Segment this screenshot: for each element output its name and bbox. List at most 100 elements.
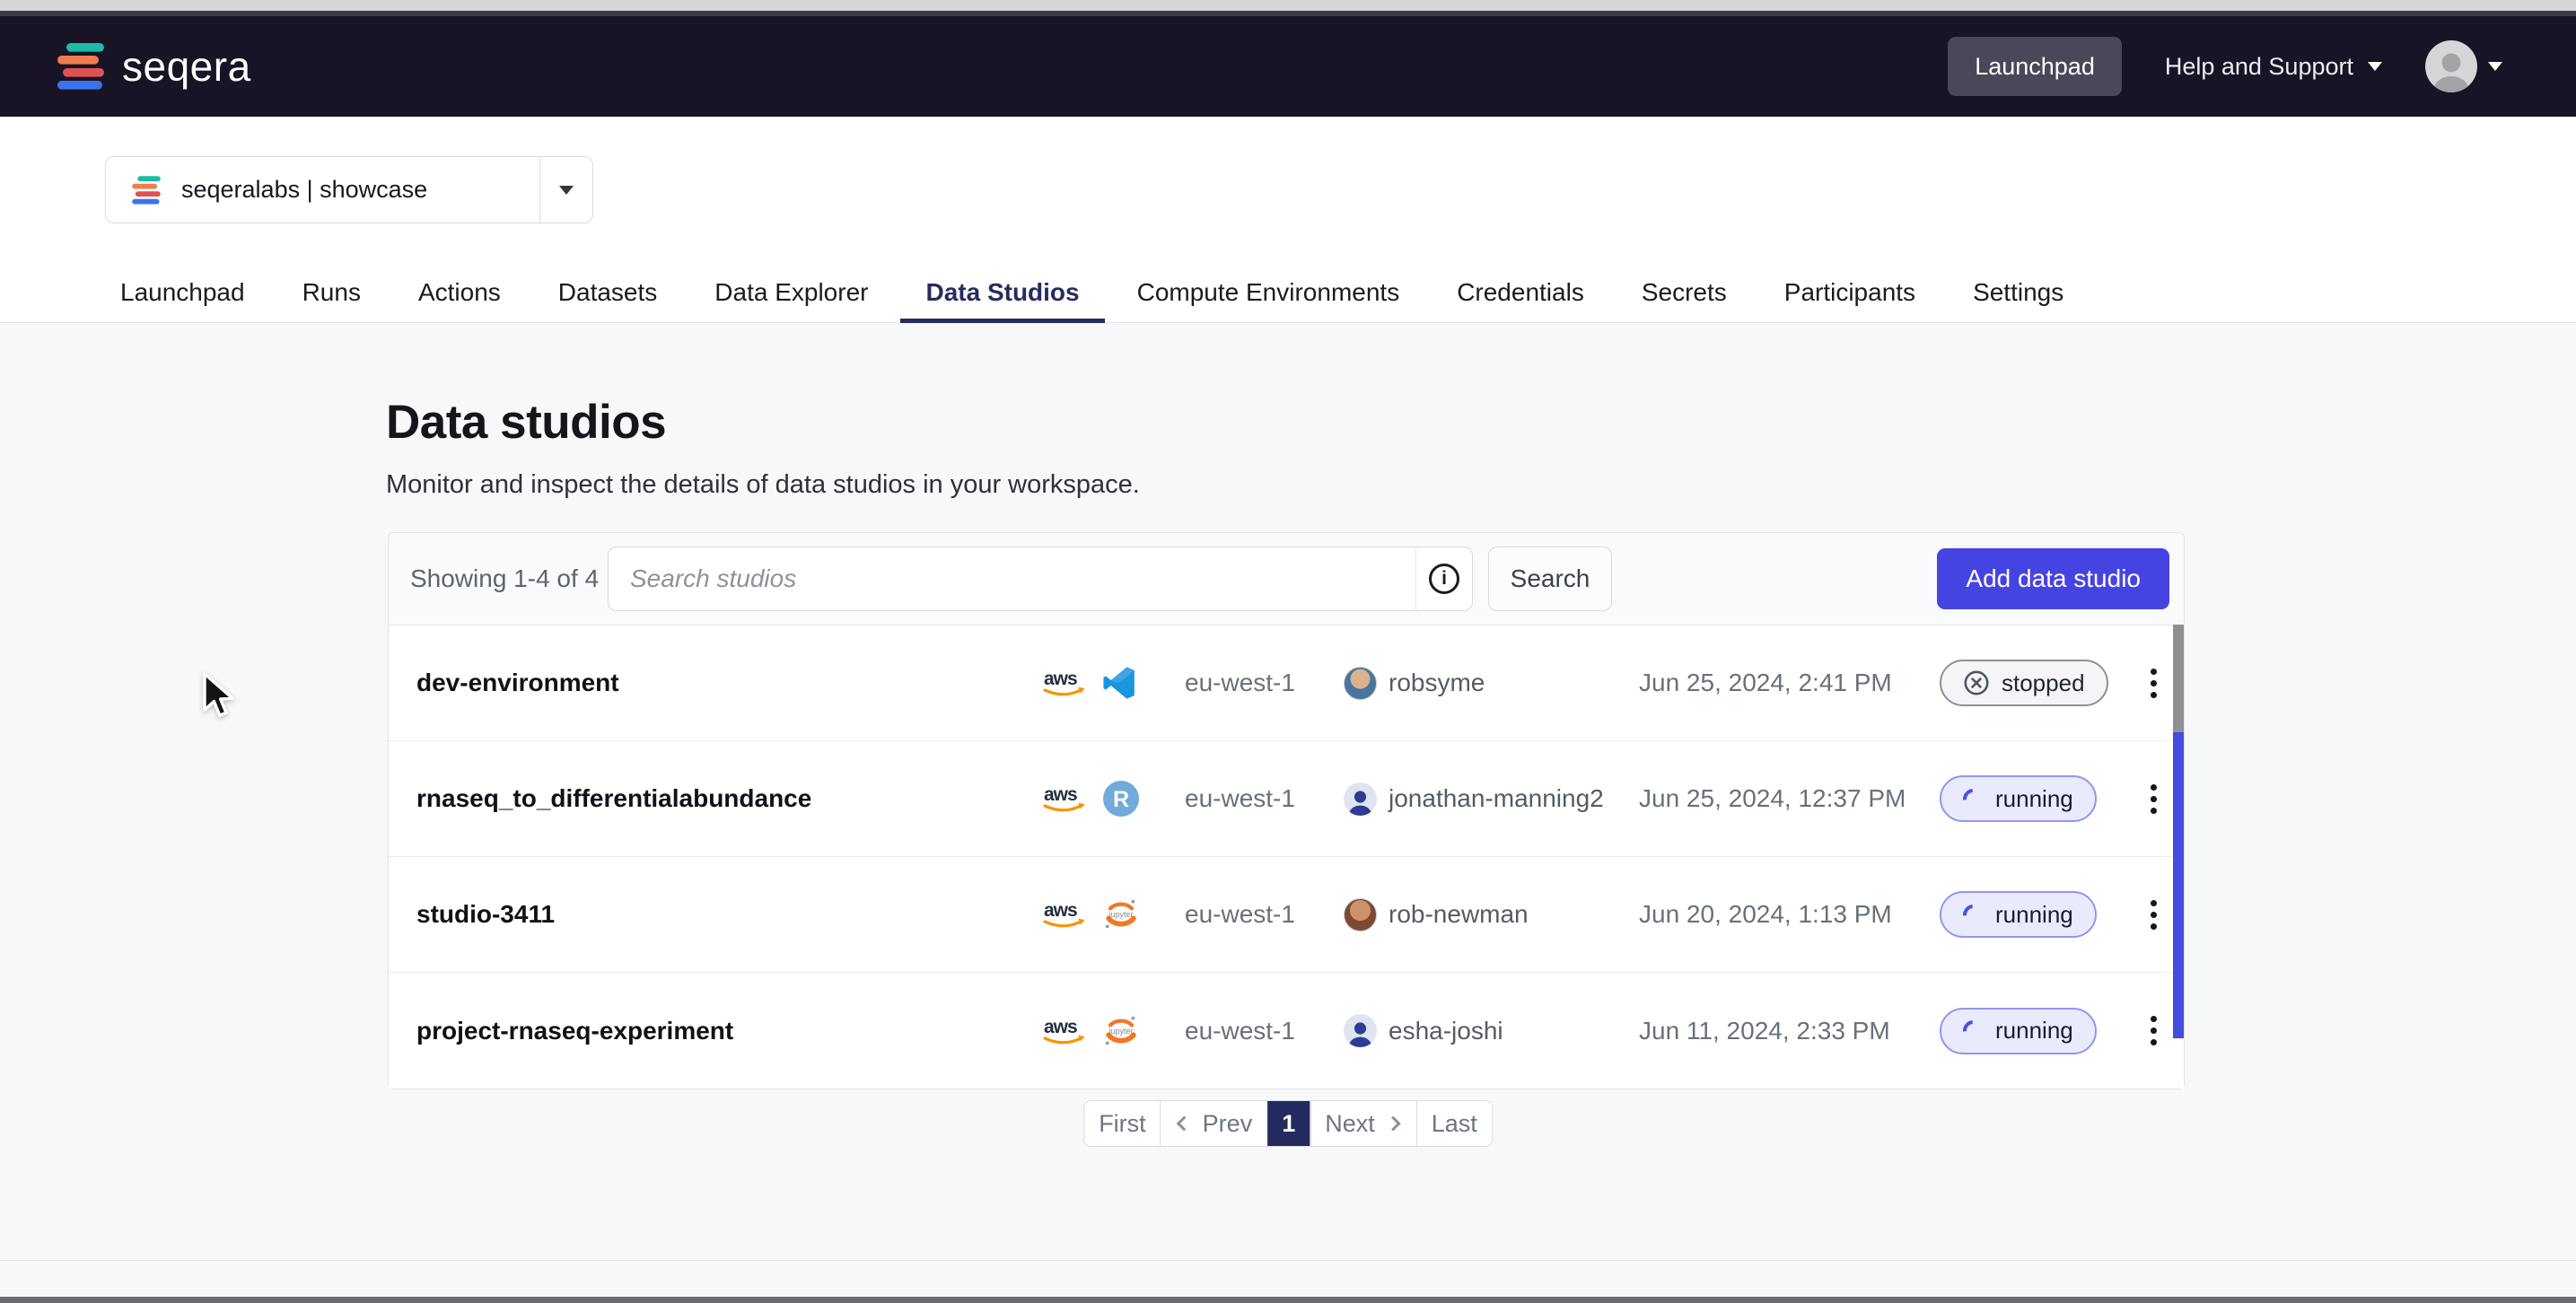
help-and-support-menu[interactable]: Help and Support [2165, 53, 2382, 81]
tab-participants[interactable]: Participants [1759, 263, 1941, 322]
svg-text:aws: aws [1044, 1017, 1077, 1037]
workspace-dropdown-toggle[interactable] [539, 157, 592, 223]
search-button[interactable]: Search [1488, 547, 1612, 611]
status-label: running [1995, 901, 2073, 929]
pagination-last[interactable]: Last [1417, 1101, 1492, 1146]
row-actions-menu[interactable] [2134, 656, 2173, 710]
svg-text:jupyter: jupyter [1108, 1026, 1133, 1035]
pagination-prev[interactable]: Prev [1161, 1101, 1268, 1146]
search-field: i [608, 547, 1473, 611]
tab-settings[interactable]: Settings [1948, 263, 2089, 322]
row-actions-menu[interactable] [2134, 772, 2173, 826]
running-spinner-icon [1958, 1016, 1987, 1045]
search-input[interactable] [609, 547, 1415, 610]
person-icon [1344, 786, 1377, 816]
showing-count: Showing 1-4 of 4 [410, 533, 599, 625]
person-icon [2425, 46, 2477, 92]
row-actions-menu[interactable] [2134, 1004, 2173, 1058]
help-and-support-label: Help and Support [2165, 53, 2353, 81]
status-badge: running [1940, 775, 2097, 822]
created-date: Jun 25, 2024, 12:37 PM [1639, 784, 1940, 813]
person-icon [1344, 1018, 1377, 1047]
region-label: eu-west-1 [1185, 1017, 1344, 1045]
created-date: Jun 25, 2024, 2:41 PM [1639, 669, 1940, 697]
studio-name[interactable]: dev-environment [416, 669, 1041, 697]
brand-wordmark: seqera [122, 42, 251, 91]
search-info[interactable]: i [1415, 547, 1472, 610]
region-label: eu-west-1 [1185, 784, 1344, 813]
window-top-strip [0, 0, 2576, 11]
table-toolbar: Showing 1-4 of 4 i Search Add data studi… [389, 533, 2184, 625]
launchpad-button[interactable]: Launchpad [1948, 37, 2122, 96]
created-date: Jun 11, 2024, 2:33 PM [1639, 1017, 1940, 1045]
table-scrollbar[interactable] [2173, 625, 2184, 1089]
tab-data-studios[interactable]: Data Studios [900, 263, 1104, 322]
status-badge: running [1940, 1008, 2097, 1054]
studio-rows: dev-environment aws eu-west-1 robsym [389, 625, 2184, 1089]
seqera-logo[interactable]: seqera [56, 42, 251, 91]
svg-text:aws: aws [1044, 900, 1077, 921]
user-name: esha-joshi [1389, 1017, 1503, 1045]
chevron-down-icon [559, 186, 574, 195]
user-menu[interactable] [2425, 40, 2502, 92]
seqera-mark-icon [56, 43, 106, 90]
user-avatar [1344, 783, 1377, 816]
user-avatar [2425, 40, 2477, 92]
aws-icon: aws [1041, 1014, 1088, 1048]
pagination: First Prev 1 Next Last [1083, 1100, 1493, 1147]
running-spinner-icon [1958, 784, 1987, 813]
add-data-studio-button[interactable]: Add data studio [1937, 548, 2169, 609]
tab-compute-environments[interactable]: Compute Environments [1112, 263, 1425, 322]
rstudio-icon: R [1102, 780, 1140, 818]
mouse-cursor [199, 671, 237, 723]
pagination-prev-label: Prev [1203, 1110, 1253, 1138]
pagination-next[interactable]: Next [1310, 1101, 1417, 1146]
tab-data-explorer[interactable]: Data Explorer [689, 263, 893, 322]
svg-text:jupyter: jupyter [1108, 910, 1133, 919]
page-title: Data studios [386, 395, 666, 450]
page-subtitle: Monitor and inspect the details of data … [386, 470, 1140, 500]
svg-text:R: R [1113, 787, 1129, 812]
aws-icon: aws [1041, 897, 1088, 931]
chevron-down-icon [2488, 62, 2502, 71]
user-name: robsyme [1389, 669, 1485, 697]
tab-launchpad[interactable]: Launchpad [95, 263, 270, 322]
scrollbar-thumb[interactable] [2173, 625, 2184, 732]
chevron-right-icon [1385, 1116, 1400, 1132]
tab-secrets[interactable]: Secrets [1617, 263, 1752, 322]
footer-divider [0, 1260, 2576, 1261]
status-badge: running [1940, 891, 2097, 938]
table-row[interactable]: rnaseq_to_differentialabundance aws R eu… [389, 741, 2184, 857]
tab-actions[interactable]: Actions [393, 263, 526, 322]
chevron-left-icon [1177, 1116, 1192, 1132]
created-date: Jun 20, 2024, 1:13 PM [1639, 900, 1940, 929]
window-bottom-strip [0, 1297, 2576, 1303]
table-row[interactable]: studio-3411 aws jupyter eu-w [389, 857, 2184, 973]
table-row[interactable]: project-rnaseq-experiment aws jupyter [389, 973, 2184, 1089]
data-studios-card: Showing 1-4 of 4 i Search Add data studi… [388, 532, 2185, 1089]
screen: seqera Launchpad Help and Support [0, 0, 2576, 1303]
aws-icon: aws [1041, 782, 1088, 816]
studio-name[interactable]: studio-3411 [416, 900, 1041, 929]
pagination-first[interactable]: First [1084, 1101, 1161, 1146]
studio-name[interactable]: project-rnaseq-experiment [416, 1017, 1041, 1045]
vscode-icon [1102, 666, 1136, 700]
tab-datasets[interactable]: Datasets [533, 263, 683, 322]
workspace-tabs: Launchpad Runs Actions Datasets Data Exp… [95, 263, 2089, 322]
status-label: running [1995, 785, 2073, 813]
tab-credentials[interactable]: Credentials [1432, 263, 1609, 322]
studio-name[interactable]: rnaseq_to_differentialabundance [416, 784, 1041, 813]
user-avatar [1344, 667, 1377, 700]
table-row[interactable]: dev-environment aws eu-west-1 robsym [389, 625, 2184, 741]
status-label: running [1995, 1017, 2073, 1045]
row-actions-menu[interactable] [2134, 888, 2173, 941]
tab-runs[interactable]: Runs [277, 263, 386, 322]
pagination-page-1[interactable]: 1 [1267, 1101, 1310, 1146]
status-badge: stopped [1940, 660, 2108, 706]
pagination-next-label: Next [1325, 1110, 1375, 1138]
running-spinner-icon [1958, 900, 1987, 929]
user-avatar [1344, 898, 1377, 931]
status-label: stopped [2002, 669, 2085, 697]
scrollbar-track-highlight [2173, 732, 2184, 1038]
workspace-selector[interactable]: seqeralabs | showcase [105, 156, 593, 223]
